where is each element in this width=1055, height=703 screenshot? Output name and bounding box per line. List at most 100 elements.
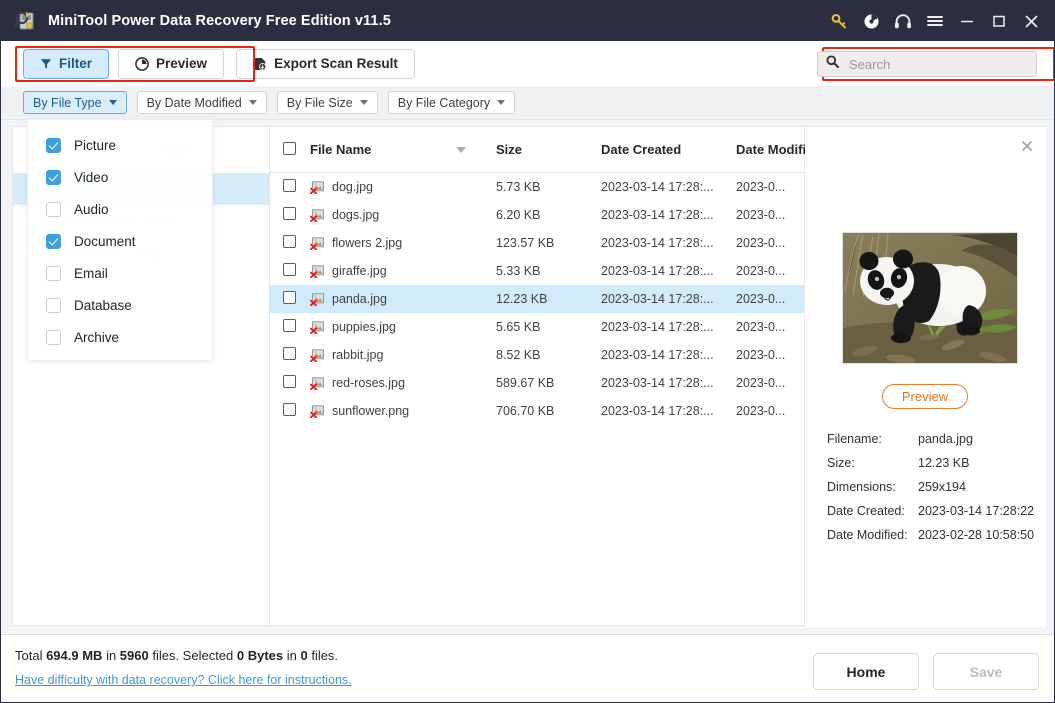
chip-label: By File Type [33, 95, 102, 110]
status-summary: Total 694.9 MB in 5960 files. Selected 0… [15, 648, 338, 663]
file-type-option-audio[interactable]: Audio [28, 193, 212, 225]
table-row[interactable]: puppies.jpg 5.65 KB 2023-03-14 17:28:... 20… [270, 313, 804, 341]
cell-file-name: puppies.jpg [310, 320, 496, 334]
table-row[interactable]: dog.jpg 5.73 KB 2023-03-14 17:28:... 2023-0… [270, 173, 804, 201]
cell-date-created: 2023-03-14 17:28:... [601, 208, 714, 222]
row-checkbox-cell [283, 235, 310, 251]
option-checkbox[interactable] [46, 233, 61, 249]
row-checkbox[interactable] [283, 291, 296, 304]
preview-meta-key: Dimensions: [827, 480, 896, 494]
minimize-button[interactable] [952, 6, 982, 36]
column-header-file-name[interactable]: File Name [310, 142, 496, 157]
table-row[interactable]: giraffe.jpg 5.33 KB 2023-03-14 17:28:... 20… [270, 257, 804, 285]
cell-size: 706.70 KB [496, 404, 555, 418]
key-icon[interactable] [824, 6, 854, 36]
table-row[interactable]: rabbit.jpg 8.52 KB 2023-03-14 17:28:... 202… [270, 341, 804, 369]
cell-size: 5.73 KB [496, 180, 541, 194]
preview-toggle-button[interactable]: Preview [118, 48, 225, 79]
close-button[interactable] [1016, 6, 1046, 36]
file-type-option-archive[interactable]: Archive [28, 321, 212, 353]
option-checkbox[interactable] [46, 201, 61, 217]
file-type-option-database[interactable]: Database [28, 289, 212, 321]
cell-date-created: 2023-03-14 17:28:... [601, 236, 714, 250]
table-row[interactable]: red-roses.jpg 589.67 KB 2023-03-14 17:28:.… [270, 369, 804, 397]
help-instructions-link[interactable]: Have difficulty with data recovery? Clic… [15, 673, 352, 687]
image-file-deleted-icon [310, 208, 325, 222]
option-checkbox[interactable] [46, 265, 61, 281]
filter-chip-by-date-modified[interactable]: By Date Modified [136, 91, 267, 114]
preview-open-button[interactable]: Preview [882, 384, 968, 409]
row-checkbox[interactable] [283, 263, 296, 276]
search-box[interactable] [817, 51, 1037, 77]
preview-meta-value: 2023-02-28 10:58:50 [918, 528, 1035, 542]
filter-chip-by-file-size[interactable]: By File Size [276, 91, 378, 114]
export-icon [253, 57, 267, 71]
row-checkbox[interactable] [283, 179, 296, 192]
chip-label: By File Size [286, 95, 353, 110]
maximize-button[interactable] [984, 6, 1014, 36]
disc-icon[interactable] [856, 6, 886, 36]
status-selected-size: 0 Bytes [236, 648, 284, 663]
preview-meta-value: 259x194 [918, 480, 966, 494]
file-type-options-list: Picture Video Audio Document Email Database Ar… [28, 129, 212, 353]
status-total-prefix: Total [15, 648, 47, 663]
row-checkbox[interactable] [283, 235, 296, 248]
menu-icon[interactable] [920, 6, 950, 36]
option-label: Archive [74, 329, 120, 345]
row-checkbox-cell [283, 291, 310, 307]
column-header-date-created[interactable]: Date Created [601, 142, 736, 157]
row-checkbox[interactable] [283, 319, 296, 332]
file-rows-container: dog.jpg 5.73 KB 2023-03-14 17:28:... 2023-0… [270, 173, 804, 425]
select-all-checkbox[interactable] [283, 141, 296, 155]
image-file-deleted-icon [310, 348, 325, 362]
cell-size: 12.23 KB [496, 292, 548, 306]
row-checkbox[interactable] [283, 375, 296, 388]
filter-chip-by-file-type[interactable]: By File Type [23, 91, 127, 114]
file-type-option-video[interactable]: Video [28, 161, 212, 193]
image-file-deleted-icon [310, 180, 325, 194]
option-checkbox[interactable] [46, 169, 61, 185]
search-input[interactable] [847, 55, 1028, 73]
headphones-icon[interactable] [888, 6, 918, 36]
row-checkbox[interactable] [283, 403, 296, 416]
table-row[interactable]: dogs.jpg 6.20 KB 2023-03-14 17:28:... 2023-… [270, 201, 804, 229]
status-selected-mid: in [283, 648, 301, 663]
option-checkbox[interactable] [46, 329, 61, 345]
file-type-dropdown-menu: Picture Video Audio Document Email Database Ar… [27, 119, 213, 361]
preview-button-label: Preview [156, 56, 208, 71]
table-row[interactable]: flowers 2.jpg 123.57 KB 2023-03-14 17:28:.… [270, 229, 804, 257]
filter-chip-by-file-category[interactable]: By File Category [387, 91, 516, 114]
row-checkbox-cell [283, 179, 310, 195]
cell-file-name: red-roses.jpg [310, 376, 496, 390]
export-scan-result-button[interactable]: Export Scan Result [236, 48, 415, 79]
preview-meta-key: Date Modified: [827, 528, 908, 542]
filter-button[interactable]: Filter [23, 48, 110, 79]
row-checkbox[interactable] [283, 347, 296, 360]
table-row[interactable]: sunflower.png 706.70 KB 2023-03-14 17:28:.… [270, 397, 804, 425]
status-total-count: 5960 [119, 648, 149, 663]
status-bar: Total 694.9 MB in 5960 files. Selected 0… [1, 634, 1054, 702]
export-button-label: Export Scan Result [274, 56, 398, 71]
table-row[interactable]: panda.jpg 12.23 KB 2023-03-14 17:28:... 202… [270, 285, 804, 313]
preview-meta-value: 12.23 KB [918, 456, 970, 470]
home-button[interactable]: Home [813, 653, 919, 690]
row-checkbox[interactable] [283, 207, 296, 220]
row-checkbox-cell [283, 375, 310, 391]
close-preview-icon[interactable] [1020, 139, 1034, 153]
file-type-option-email[interactable]: Email [28, 257, 212, 289]
cell-date-created: 2023-03-14 17:28:... [601, 264, 714, 278]
file-name-text: sunflower.png [332, 404, 410, 418]
cell-date-created: 2023-03-14 17:28:... [601, 320, 714, 334]
preview-meta-key: Filename: [827, 432, 882, 446]
file-type-option-picture[interactable]: Picture [28, 129, 212, 161]
file-type-option-document[interactable]: Document [28, 225, 212, 257]
image-file-deleted-icon [310, 376, 325, 390]
status-selected-suffix: files. [307, 648, 339, 663]
sort-descending-icon[interactable] [456, 146, 466, 153]
option-label: Document [74, 233, 136, 249]
save-button[interactable]: Save [933, 653, 1039, 690]
option-checkbox[interactable] [46, 137, 61, 153]
cell-date-created: 2023-03-14 17:28:... [601, 376, 714, 390]
option-checkbox[interactable] [46, 297, 61, 313]
column-header-size[interactable]: Size [496, 142, 601, 157]
